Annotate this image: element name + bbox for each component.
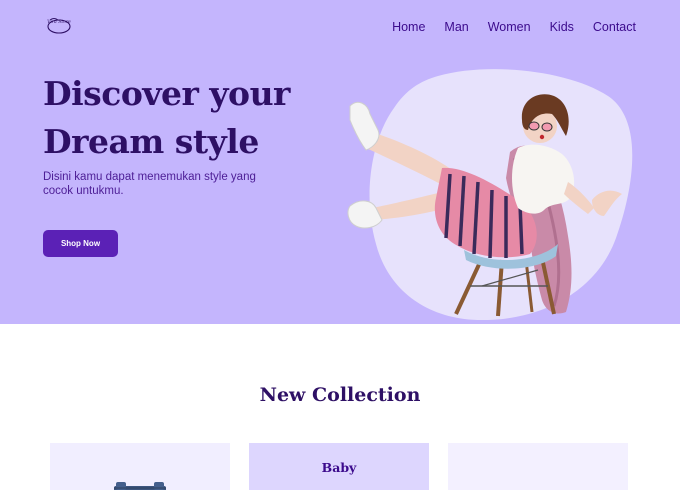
nav-item-contact[interactable]: Contact bbox=[593, 20, 636, 34]
headline-line-1: Discover your bbox=[43, 74, 290, 113]
hero-subtitle: Disini kamu dapat menemukan style yang c… bbox=[43, 171, 256, 197]
main-nav: Home Man Women Kids Contact bbox=[392, 20, 636, 34]
collection-card-baby[interactable]: Baby bbox=[249, 443, 429, 490]
collection-title: New Collection bbox=[259, 384, 421, 406]
denim-overalls-image bbox=[114, 482, 166, 490]
hero-section: Vira Store Home Man Women Kids Contact D… bbox=[0, 0, 680, 324]
shop-now-button[interactable]: Shop Now bbox=[43, 230, 118, 257]
brand-logo[interactable]: Vira Store bbox=[44, 16, 74, 36]
logo-text: Vira Store bbox=[47, 20, 71, 25]
collection-card-1[interactable] bbox=[50, 443, 230, 490]
nav-item-women[interactable]: Women bbox=[488, 20, 531, 34]
card-label-baby: Baby bbox=[321, 460, 357, 475]
nav-item-man[interactable]: Man bbox=[444, 20, 468, 34]
headline-line-2: Dream style bbox=[43, 122, 259, 161]
nav-item-kids[interactable]: Kids bbox=[550, 20, 574, 34]
nav-item-home[interactable]: Home bbox=[392, 20, 425, 34]
hero-model-image bbox=[347, 94, 622, 317]
logo-icon bbox=[47, 18, 71, 34]
collection-card-3[interactable] bbox=[448, 443, 628, 490]
hero-headline: Discover your Dream style bbox=[43, 70, 343, 166]
